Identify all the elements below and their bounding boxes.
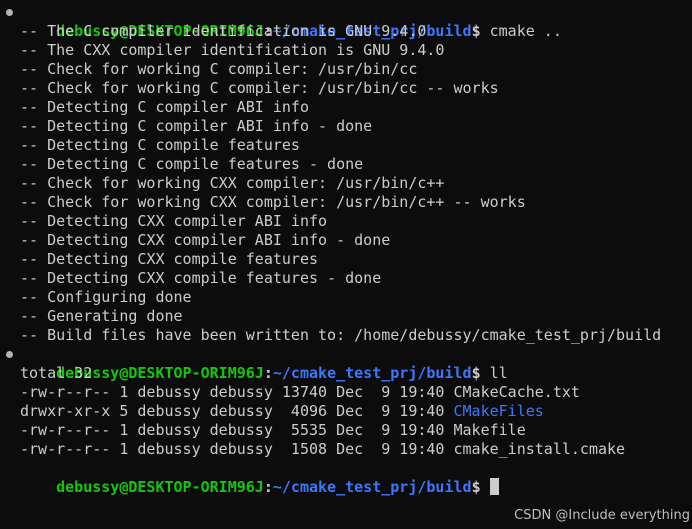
command-decoration-icon[interactable] <box>6 351 13 358</box>
output-line: -- Configuring done <box>20 288 192 306</box>
file-meta: -rw-r--r-- 1 debussy debussy 5535 Dec 9 … <box>20 421 454 439</box>
output-line: -- Check for working CXX compiler: /usr/… <box>20 174 445 192</box>
output-line: -- The C compiler identification is GNU … <box>20 22 427 40</box>
output-line: -- Generating done <box>20 307 183 325</box>
file-entry: -rw-r--r-- 1 debussy debussy 5535 Dec 9 … <box>0 421 692 440</box>
output-line: -- The CXX compiler identification is GN… <box>20 41 445 59</box>
output-line: -- Build files have been written to: /ho… <box>20 326 662 344</box>
output-line: -- Detecting CXX compile features <box>20 250 319 268</box>
output-line: -- Detecting CXX compiler ABI info <box>20 212 328 230</box>
file-name: cmake_install.cmake <box>453 440 626 458</box>
output-line: -- Detecting C compiler ABI info <box>20 98 309 116</box>
file-entry: -rw-r--r-- 1 debussy debussy 1508 Dec 9 … <box>0 440 692 459</box>
output-line: -- Detecting C compile features - done <box>20 155 364 173</box>
command-decoration-icon[interactable] <box>6 9 13 16</box>
output-line: -- Check for working CXX compiler: /usr/… <box>20 193 526 211</box>
output-line: -- Detecting C compile features <box>20 136 300 154</box>
file-meta: drwxr-xr-x 5 debussy debussy 4096 Dec 9 … <box>20 402 454 420</box>
terminal-output[interactable]: debussy@DESKTOP-ORIM96J:~/cmake_test_prj… <box>0 3 692 496</box>
output-line: -- Check for working C compiler: /usr/bi… <box>20 79 499 97</box>
output-line: -- Detecting C compiler ABI info - done <box>20 117 373 135</box>
directory-name: CMakeFiles <box>453 402 544 420</box>
command-input[interactable] <box>481 478 490 496</box>
output-line: -- Detecting CXX compile features - done <box>20 269 382 287</box>
output-line: -- Check for working C compiler: /usr/bi… <box>20 60 418 78</box>
file-name: CMakeCache.txt <box>453 383 580 401</box>
prompt-colon: : <box>263 478 273 496</box>
file-name: Makefile <box>453 421 526 439</box>
ll-total-line: total 32 <box>20 364 93 382</box>
text-cursor <box>489 478 499 495</box>
prompt-line-3[interactable]: debussy@DESKTOP-ORIM96J:~/cmake_test_prj… <box>0 459 692 496</box>
file-entry: -rw-r--r-- 1 debussy debussy 13740 Dec 9… <box>0 383 692 402</box>
file-entry: drwxr-xr-x 5 debussy debussy 4096 Dec 9 … <box>0 402 692 421</box>
file-meta: -rw-r--r-- 1 debussy debussy 1508 Dec 9 … <box>20 440 454 458</box>
prompt-user-host: debussy@DESKTOP-ORIM96J <box>56 478 264 496</box>
prompt-line-2: debussy@DESKTOP-ORIM96J:~/cmake_test_prj… <box>0 345 692 382</box>
prompt-path: ~/cmake_test_prj/build <box>272 478 472 496</box>
output-line: -- Detecting CXX compiler ABI info - don… <box>20 231 391 249</box>
prompt-line-1: debussy@DESKTOP-ORIM96J:~/cmake_test_prj… <box>0 3 692 40</box>
file-meta: -rw-r--r-- 1 debussy debussy 13740 Dec 9… <box>20 383 454 401</box>
prompt-dollar: $ <box>471 478 481 496</box>
watermark: CSDN @Include everything <box>514 508 690 523</box>
